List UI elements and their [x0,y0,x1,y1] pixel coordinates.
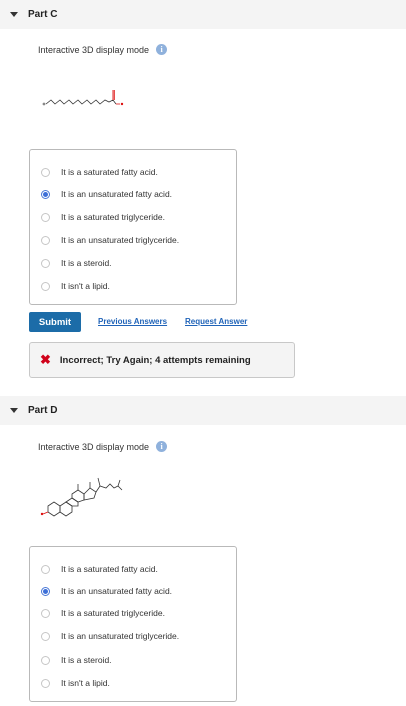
choice-not-lipid[interactable]: It isn't a lipid. [30,276,236,296]
choice-steroid[interactable]: It is a steroid. [30,253,236,273]
choice-saturated-fatty-acid[interactable]: It is a saturated fatty acid. [30,162,236,182]
part-c-title: Part C [28,9,58,20]
radio-button[interactable] [41,631,50,641]
feedback-box: ✖ Incorrect; Try Again; 4 attempts remai… [29,342,295,378]
part-c-header[interactable]: Part C [0,0,406,29]
radio-button[interactable] [41,235,50,245]
choice-steroid[interactable]: It is a steroid. [30,650,236,670]
radio-button[interactable] [41,281,50,291]
radio-button[interactable] [41,564,50,574]
choice-saturated-triglyceride[interactable]: It is a saturated triglyceride. [30,207,236,227]
radio-button[interactable] [41,678,50,688]
choice-not-lipid[interactable]: It isn't a lipid. [30,673,236,693]
radio-button[interactable] [41,655,50,665]
choice-unsaturated-triglyceride[interactable]: It is an unsaturated triglyceride. [30,626,236,646]
collapse-triangle-icon[interactable] [10,408,18,413]
submit-button[interactable]: Submit [29,312,81,332]
request-answer-link[interactable]: Request Answer [185,317,247,326]
info-icon[interactable]: i [156,441,168,452]
display-mode-label: Interactive 3D display mode [38,44,150,55]
fatty-acid-molecule[interactable] [40,84,130,108]
radio-button[interactable] [41,212,50,222]
part-c-choices: It is a saturated fatty acid. It is an u… [29,149,237,305]
feedback-text: Incorrect; Try Again; 4 attempts remaini… [59,354,251,366]
choice-unsaturated-triglyceride[interactable]: It is an unsaturated triglyceride. [30,230,236,250]
radio-button[interactable] [41,258,50,268]
radio-button-selected[interactable] [41,586,50,596]
choice-saturated-triglyceride[interactable]: It is a saturated triglyceride. [30,603,236,623]
choice-saturated-fatty-acid[interactable]: It is a saturated fatty acid. [30,559,236,579]
x-icon: ✖ [40,352,51,367]
part-d-title: Part D [28,405,58,416]
radio-button[interactable] [41,608,50,618]
collapse-triangle-icon[interactable] [10,12,18,17]
part-d-choices: It is a saturated fatty acid. It is an u… [29,546,237,702]
part-d-display-mode: Interactive 3D display mode i [38,441,168,452]
previous-answers-link[interactable]: Previous Answers [98,317,167,326]
part-c-display-mode: Interactive 3D display mode i [38,44,168,55]
steroid-molecule[interactable] [40,466,130,518]
display-mode-label: Interactive 3D display mode [38,441,150,452]
radio-button[interactable] [41,167,50,177]
choice-unsaturated-fatty-acid[interactable]: It is an unsaturated fatty acid. [30,184,236,204]
info-icon[interactable]: i [156,44,168,55]
choice-unsaturated-fatty-acid[interactable]: It is an unsaturated fatty acid. [30,581,236,601]
radio-button-selected[interactable] [41,189,50,199]
part-d-header[interactable]: Part D [0,396,406,425]
